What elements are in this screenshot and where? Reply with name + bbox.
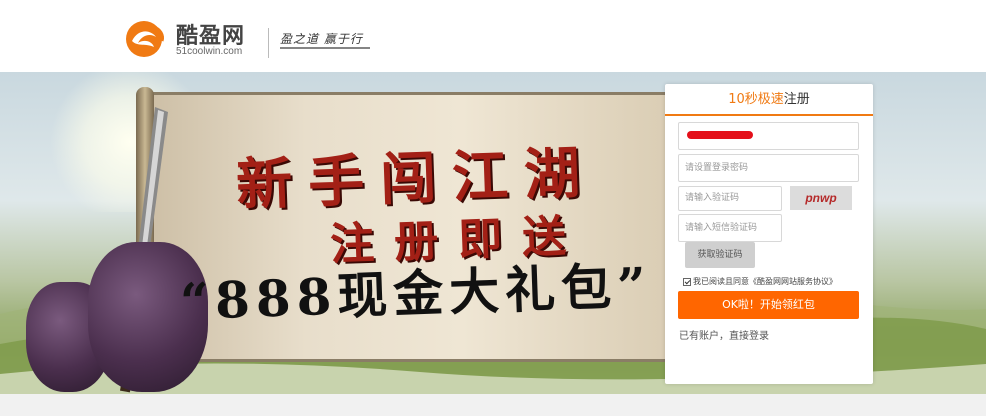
register-title-rest: 注册 (783, 92, 810, 107)
slogan-underline (280, 47, 370, 49)
register-panel: 10秒极速注册 请设置登录密码 请输入验证码 pnwp 请输入短信验证码 获取验… (665, 84, 873, 384)
register-title: 10秒极速注册 (665, 84, 873, 116)
agreement-text[interactable]: 我已阅读且同意《酷盈网网站服务协议》 (693, 277, 837, 286)
sms-code-input[interactable]: 请输入短信验证码 (678, 214, 782, 242)
agreement-checkbox[interactable] (683, 277, 691, 286)
logo-divider (268, 28, 269, 58)
get-sms-code-button[interactable]: 获取验证码 (685, 242, 755, 268)
captcha-image[interactable]: pnwp (790, 186, 852, 210)
agreement-row: 我已阅读且同意《酷盈网网站服务协议》 (683, 276, 837, 287)
redacted-phone-value (687, 131, 753, 139)
phone-input[interactable] (678, 122, 859, 150)
register-title-accent: 10秒极速 (728, 92, 784, 107)
slogan: 盈之道 赢于行 (280, 32, 363, 46)
captcha-input[interactable]: 请输入验证码 (678, 186, 782, 211)
password-input[interactable]: 请设置登录密码 (678, 154, 859, 182)
site-domain: 51coolwin.com (176, 46, 243, 57)
footer-band (0, 394, 986, 416)
submit-register-button[interactable]: OK啦！开始领红包 (678, 291, 859, 319)
coolwin-logo-icon[interactable] (124, 19, 168, 59)
login-link[interactable]: 已有账户，直接登录 (679, 327, 769, 342)
site-header: 酷盈网 51coolwin.com 盈之道 赢于行 (0, 0, 986, 72)
